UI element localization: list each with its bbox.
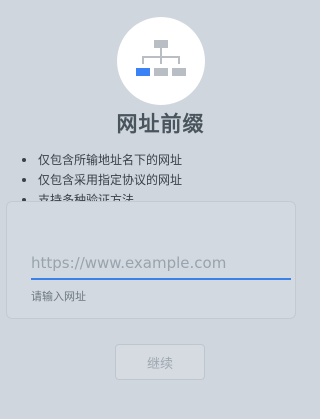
sitemap-icon [136, 40, 186, 76]
hero-illustration [117, 17, 205, 105]
url-input-card: 请输入网址 [6, 201, 296, 319]
feature-item: 仅包含所输地址名下的网址 [20, 150, 182, 170]
feature-item: 仅包含采用指定协议的网址 [20, 170, 182, 190]
continue-button[interactable]: 继续 [115, 344, 205, 380]
url-input[interactable] [31, 250, 291, 280]
url-input-hint: 请输入网址 [31, 290, 86, 303]
page-title: 网址前缀 [116, 112, 205, 136]
